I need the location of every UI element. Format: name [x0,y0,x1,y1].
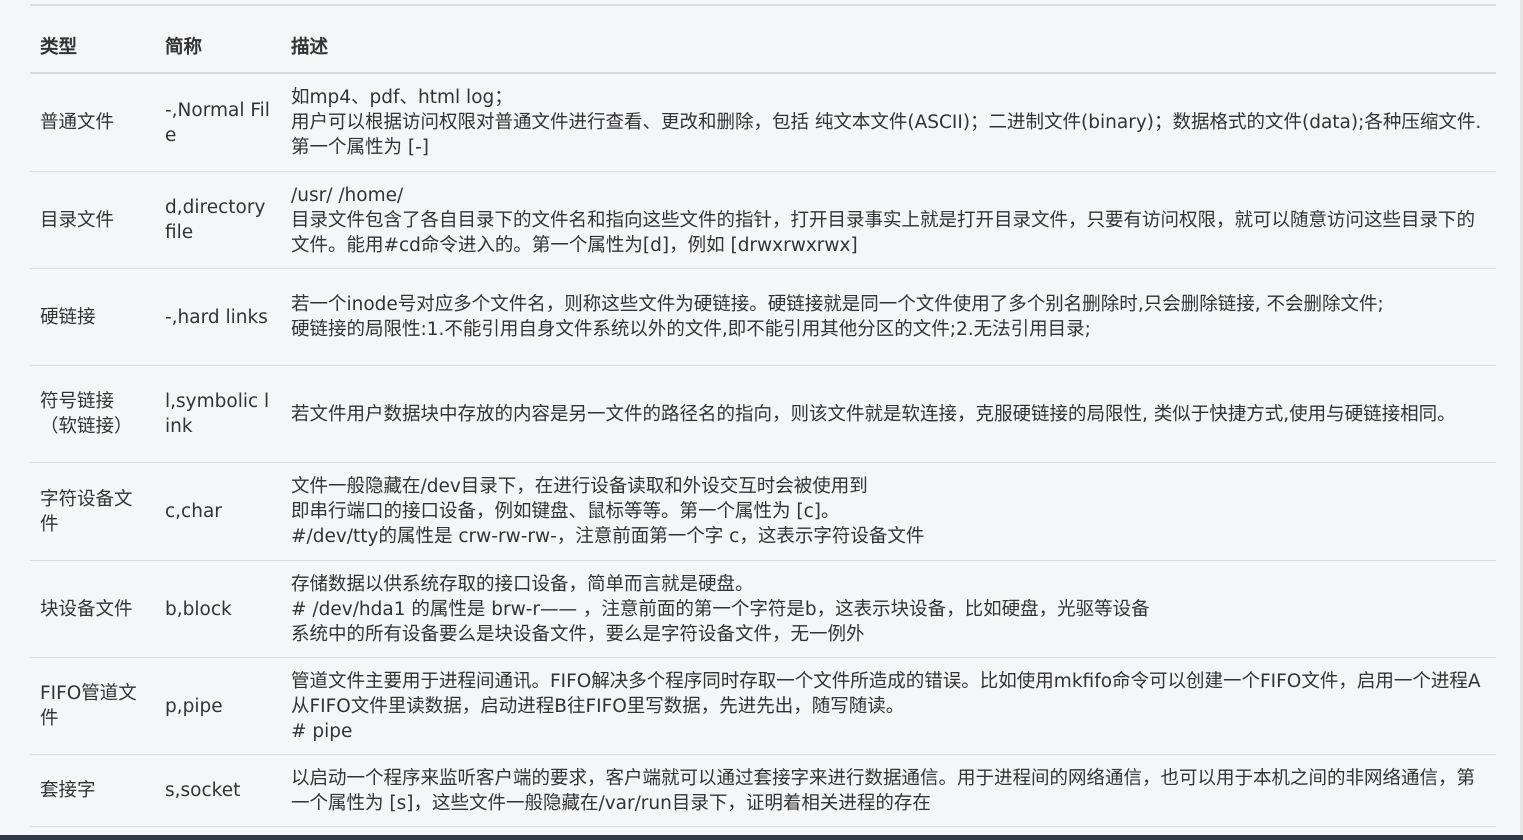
cell-desc: 存储数据以供系统存取的接口设备，简单而言就是硬盘。 # /dev/hda1 的属… [281,560,1496,658]
table-row: 普通文件 -,Normal File 如mp4、pdf、html log； 用户… [30,73,1496,172]
table-body: 普通文件 -,Normal File 如mp4、pdf、html log； 用户… [30,73,1496,827]
cell-abbr: b,block [155,560,281,658]
desc-line: 若一个inode号对应多个文件名，则称这些文件为硬链接。硬链接就是同一个文件使用… [291,294,1384,315]
cell-abbr: c,char [155,462,281,561]
cell-type: FIFO管道文件 [30,657,155,755]
cell-abbr: -,Normal File [155,73,281,172]
table-row: FIFO管道文件 p,pipe 管道文件主要用于进程间通讯。FIFO解决多个程序… [30,657,1496,755]
desc-line: #/dev/tty的属性是 crw-rw-rw-，注意前面第一个字 c，这表示字… [291,526,925,547]
desc-line: # pipe [291,720,353,742]
header-desc: 描述 [281,23,1496,74]
file-types-table: 类型 简称 描述 普通文件 -,Normal File 如mp4、pdf、htm… [30,23,1496,827]
table-header: 类型 简称 描述 [30,23,1496,74]
bottom-bar [0,835,1523,840]
header-row: 类型 简称 描述 [30,23,1496,74]
cell-type: 硬链接 [30,268,155,366]
desc-line: 若文件用户数据块中存放的内容是另一文件的路径名的指向，则该文件就是软连接，克服硬… [291,403,1456,425]
cell-abbr: p,pipe [155,657,281,755]
table-row: 硬链接 -,hard links 若一个inode号对应多个文件名，则称这些文件… [30,268,1496,366]
cell-type: 字符设备文件 [30,462,155,561]
top-divider [30,4,1496,6]
desc-line: 管道文件主要用于进程间通讯。FIFO解决多个程序同时存取一个文件所造成的错误。比… [291,670,1481,717]
cell-desc: 若一个inode号对应多个文件名，则称这些文件为硬链接。硬链接就是同一个文件使用… [281,268,1496,366]
table-row: 块设备文件 b,block 存储数据以供系统存取的接口设备，简单而言就是硬盘。 … [30,560,1496,658]
header-abbr: 简称 [155,23,281,74]
cell-type: 符号链接（软链接） [30,365,155,463]
desc-line: 目录文件包含了各自目录下的文件名和指向这些文件的指针，打开目录事实上就是打开目录… [291,209,1476,256]
cell-abbr: -,hard links [155,268,281,366]
cell-abbr: d,directory file [155,171,281,269]
table-row: 符号链接（软链接） l,symbolic link 若文件用户数据块中存放的内容… [30,365,1496,463]
desc-line: 用户可以根据访问权限对普通文件进行查看、更改和删除，包括 纯文本文件(ASCII… [291,112,1482,158]
cell-type: 块设备文件 [30,560,155,658]
cell-desc: 以启动一个程序来监听客户端的要求，客户端就可以通过套接字来进行数据通信。用于进程… [281,754,1496,827]
desc-line: # /dev/hda1 的属性是 brw-r—— ，注意前面的第一个字符是b，这… [291,598,1150,620]
cell-desc: 如mp4、pdf、html log； 用户可以根据访问权限对普通文件进行查看、更… [281,73,1496,172]
cell-abbr: l,symbolic link [155,365,281,463]
desc-line: 存储数据以供系统存取的接口设备，简单而言就是硬盘。 [291,573,754,595]
desc-line: 如mp4、pdf、html log； [291,87,513,108]
desc-line: /usr/ /home/ [291,184,404,206]
cell-desc: 管道文件主要用于进程间通讯。FIFO解决多个程序同时存取一个文件所造成的错误。比… [281,657,1496,755]
table-row: 套接字 s,socket 以启动一个程序来监听客户端的要求，客户端就可以通过套接… [30,754,1496,827]
cell-type: 套接字 [30,754,155,827]
cell-desc: /usr/ /home/ 目录文件包含了各自目录下的文件名和指向这些文件的指针，… [281,171,1496,269]
cell-desc: 文件一般隐藏在/dev目录下，在进行设备读取和外设交互时会被使用到 即串行端口的… [281,462,1496,561]
desc-line: 硬链接的局限性:1.不能引用自身文件系统以外的文件,即不能引用其他分区的文件;2… [291,319,1091,340]
desc-line: 文件一般隐藏在/dev目录下，在进行设备读取和外设交互时会被使用到 [291,476,868,497]
desc-line: 系统中的所有设备要么是块设备文件，要么是字符设备文件，无一例外 [291,623,865,645]
table-row: 目录文件 d,directory file /usr/ /home/ 目录文件包… [30,171,1496,269]
cell-desc: 若文件用户数据块中存放的内容是另一文件的路径名的指向，则该文件就是软连接，克服硬… [281,365,1496,463]
cell-type: 普通文件 [30,73,155,172]
header-type: 类型 [30,23,155,74]
desc-line: 即串行端口的接口设备，例如键盘、鼠标等等。第一个属性为 [c]。 [291,501,840,522]
cell-abbr: s,socket [155,754,281,827]
cell-type: 目录文件 [30,171,155,269]
table-row: 字符设备文件 c,char 文件一般隐藏在/dev目录下，在进行设备读取和外设交… [30,462,1496,561]
desc-line: 以启动一个程序来监听客户端的要求，客户端就可以通过套接字来进行数据通信。用于进程… [291,767,1476,814]
